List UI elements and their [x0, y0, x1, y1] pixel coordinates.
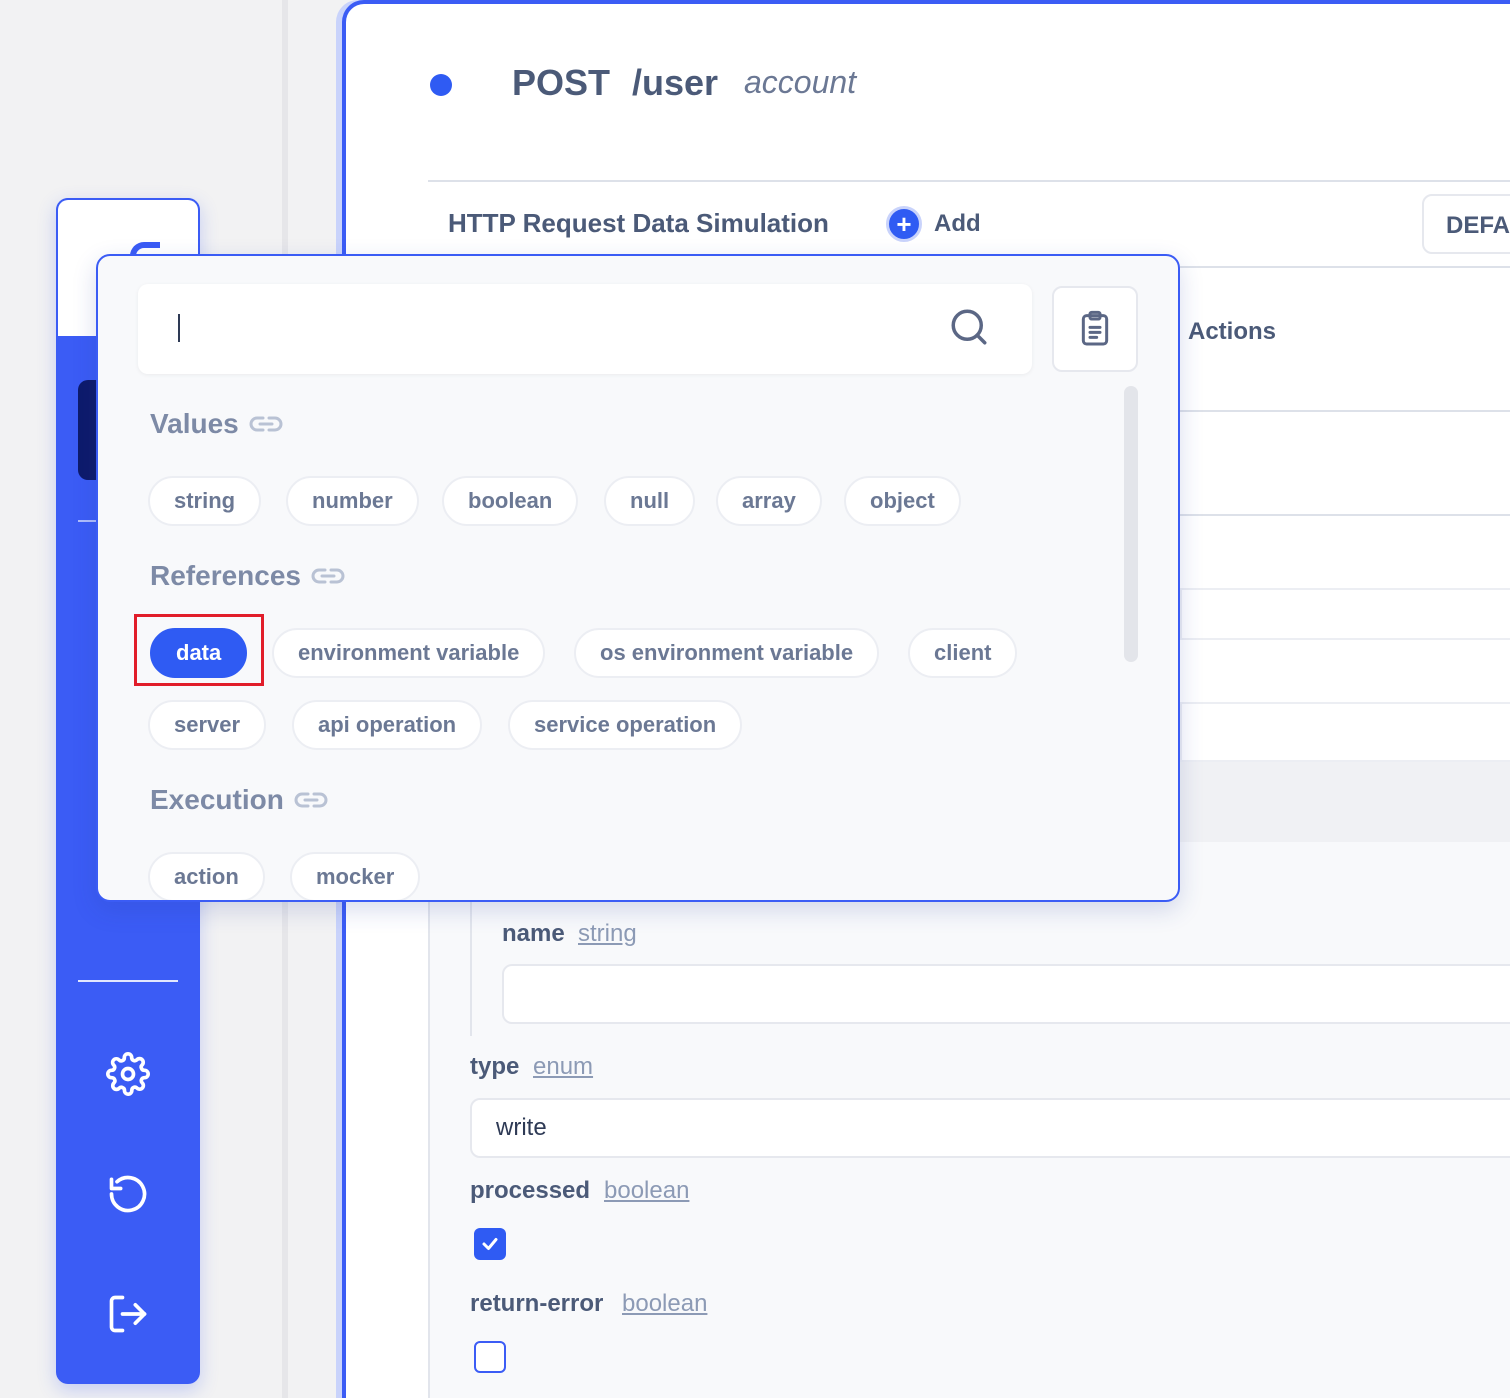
section-title-execution: Execution	[150, 784, 284, 815]
endpoint-path: /user	[632, 62, 719, 103]
field-type-enum[interactable]: enum	[533, 1053, 593, 1081]
field-type-boolean[interactable]: boolean	[622, 1290, 707, 1318]
popover-scrollbar[interactable]	[1124, 386, 1138, 662]
chip-api-operation[interactable]: api operation	[292, 700, 483, 750]
status-dot	[430, 74, 452, 96]
chip-boolean[interactable]: boolean	[442, 476, 579, 526]
search-input[interactable]	[162, 304, 922, 354]
tab-divider	[1180, 266, 1510, 268]
field-label-return-error: return-error	[470, 1290, 604, 1317]
search-box[interactable]	[138, 284, 1032, 374]
nested-indent-line	[470, 900, 472, 1036]
plus-circle-icon: +	[886, 206, 922, 242]
simulation-title: HTTP Request Data Simulation	[448, 208, 829, 238]
chip-server[interactable]: server	[148, 700, 267, 750]
check-icon	[482, 1238, 498, 1250]
background-field	[1180, 588, 1510, 640]
endpoint-tag: account	[744, 64, 857, 100]
chip-mocker[interactable]: mocker	[290, 852, 421, 900]
chip-string[interactable]: string	[148, 476, 262, 526]
field-type-name[interactable]: string	[578, 920, 637, 948]
chip-array[interactable]: array	[716, 476, 822, 526]
row-divider	[1180, 410, 1510, 412]
section-values: Values	[150, 408, 283, 440]
chip-data[interactable]: data	[150, 628, 248, 678]
history-icon[interactable]	[104, 1170, 152, 1218]
field-label-name: name	[502, 920, 565, 947]
section-title-values: Values	[150, 408, 239, 439]
default-button[interactable]: DEFAU	[1422, 194, 1510, 254]
http-method: POST	[512, 62, 611, 103]
type-select[interactable]: write	[470, 1098, 1510, 1158]
chip-os-environment-variable[interactable]: os environment variable	[574, 628, 880, 678]
field-label-processed: processed	[470, 1177, 591, 1204]
chip-service-operation[interactable]: service operation	[508, 700, 743, 750]
name-input[interactable]	[502, 964, 1510, 1024]
link-icon	[249, 416, 283, 432]
section-execution: Execution	[150, 784, 328, 816]
paste-button[interactable]	[1052, 286, 1138, 372]
link-icon	[311, 568, 345, 584]
chip-environment-variable[interactable]: environment variable	[272, 628, 546, 678]
chip-null[interactable]: null	[604, 476, 696, 526]
value-picker-popover: Values string number boolean null array …	[96, 254, 1180, 902]
chip-object[interactable]: object	[844, 476, 961, 526]
field-type-boolean[interactable]: boolean	[604, 1177, 689, 1205]
sidebar-divider	[78, 520, 96, 522]
processed-checkbox[interactable]	[474, 1228, 506, 1260]
clipboard-icon	[1081, 310, 1109, 346]
link-icon	[294, 792, 328, 808]
header-divider	[428, 180, 1510, 182]
return-error-checkbox[interactable]	[474, 1341, 506, 1373]
chip-action[interactable]: action	[148, 852, 265, 900]
field-label-type: type	[470, 1053, 520, 1080]
section-references: References	[150, 560, 345, 592]
chip-number[interactable]: number	[286, 476, 419, 526]
logout-icon[interactable]	[104, 1290, 152, 1338]
add-simulation-button[interactable]: + Add	[886, 206, 981, 242]
row-divider	[1180, 514, 1510, 516]
settings-icon[interactable]	[104, 1050, 152, 1098]
add-label: Add	[934, 210, 981, 237]
actions-tab[interactable]: Actions	[1188, 318, 1276, 346]
chip-client[interactable]: client	[908, 628, 1018, 678]
sidebar-separator	[78, 980, 178, 982]
background-field	[1180, 702, 1510, 762]
search-icon[interactable]	[948, 306, 990, 348]
section-header-band	[1180, 762, 1510, 844]
section-title-references: References	[150, 560, 301, 591]
